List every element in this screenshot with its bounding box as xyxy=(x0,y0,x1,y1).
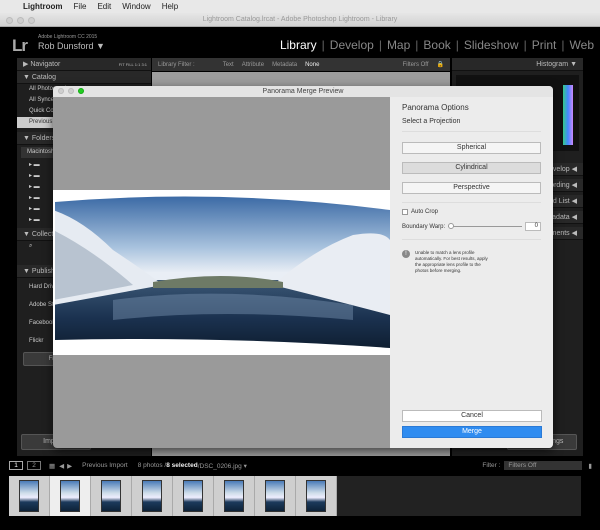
filmstrip-thumbnail[interactable] xyxy=(214,476,255,516)
filter-label: Filter : xyxy=(482,462,500,469)
filmstrip-thumbnail[interactable] xyxy=(9,476,50,516)
filter-dropdown[interactable]: Filters Off xyxy=(504,461,582,470)
auto-crop-row: Auto Crop xyxy=(402,209,541,215)
filter-metadata[interactable]: Metadata xyxy=(272,62,297,68)
window-titlebar: Lightroom Catalog.lrcat - Adobe Photosho… xyxy=(0,13,600,27)
minimize-button[interactable] xyxy=(17,17,24,24)
menu-file[interactable]: File xyxy=(74,2,87,11)
histogram-header[interactable]: Histogram ▼ xyxy=(452,58,583,71)
filter-text[interactable]: Text xyxy=(223,62,234,68)
product-name: Adobe Lightroom CC 2015 xyxy=(38,34,97,40)
thumbnail-image xyxy=(60,480,80,512)
thumbnail-image xyxy=(101,480,121,512)
module-picker: Library| Develop| Map| Book| Slideshow| … xyxy=(280,38,594,52)
warning-icon: ! xyxy=(402,250,410,258)
menu-help[interactable]: Help xyxy=(162,2,178,11)
warning-row: ! Unable to match a lens profile automat… xyxy=(402,250,541,273)
cylindrical-button[interactable]: Cylindrical xyxy=(402,162,541,174)
slider-thumb[interactable] xyxy=(448,223,454,229)
dialog-title: Panorama Merge Preview xyxy=(263,88,344,95)
second-window-button[interactable]: 2 xyxy=(27,461,41,470)
menu-bar: Lightroom File Edit Window Help xyxy=(0,0,600,13)
navigator-header[interactable]: ▶ Navigator FIT FILL 1:1 3:1 xyxy=(17,58,151,71)
filmstrip-toolbar: 1 2 ▦ ◀ ▶ Previous Import 8 photos / 8 s… xyxy=(0,458,600,473)
spherical-button[interactable]: Spherical xyxy=(402,142,541,154)
warning-text: Unable to match a lens profile automatic… xyxy=(415,250,495,273)
zoom-button[interactable] xyxy=(28,17,35,24)
dialog-zoom-button[interactable] xyxy=(78,88,84,94)
filmstrip-thumbnail[interactable] xyxy=(50,476,91,516)
filmstrip-thumbnail[interactable] xyxy=(255,476,296,516)
dialog-minimize-button[interactable] xyxy=(68,88,74,94)
photo-count: 8 photos / xyxy=(138,462,167,469)
module-web[interactable]: Web xyxy=(570,38,594,52)
merge-button[interactable]: Merge xyxy=(402,426,542,438)
menu-app[interactable]: Lightroom xyxy=(23,2,63,11)
boundary-warp-label: Boundary Warp: xyxy=(402,224,445,230)
module-library[interactable]: Library xyxy=(280,38,317,52)
selected-count: 8 selected xyxy=(166,462,197,469)
forward-arrow-icon[interactable]: ▶ xyxy=(67,462,72,470)
filter-label: Library Filter : xyxy=(158,62,195,68)
user-name[interactable]: Rob Dunsford ▼ xyxy=(38,41,105,51)
catalog-header[interactable]: ▼ Catalog xyxy=(17,71,151,84)
thumbnail-image xyxy=(306,480,326,512)
library-filter-bar: Library Filter : Text Attribute Metadata… xyxy=(152,58,450,71)
filter-none[interactable]: None xyxy=(305,62,319,68)
window-title: Lightroom Catalog.lrcat - Adobe Photosho… xyxy=(203,16,398,23)
filmstrip-thumbnail[interactable] xyxy=(173,476,214,516)
filter-lock-icon[interactable]: ▮ xyxy=(588,462,592,470)
menu-window[interactable]: Window xyxy=(122,2,150,11)
dialog-close-button[interactable] xyxy=(58,88,64,94)
module-slideshow[interactable]: Slideshow xyxy=(464,38,519,52)
lr-logo: Lr xyxy=(12,36,27,56)
panorama-merge-dialog: Panorama Merge Preview Panorama Options … xyxy=(53,86,553,448)
filmstrip-source[interactable]: Previous Import xyxy=(82,462,128,469)
thumbnail-image xyxy=(265,480,285,512)
filter-attribute[interactable]: Attribute xyxy=(242,62,264,68)
back-arrow-icon[interactable]: ◀ xyxy=(59,462,64,470)
grid-icon[interactable]: ▦ xyxy=(49,462,55,470)
lock-icon[interactable]: 🔒 xyxy=(437,61,444,68)
options-title: Panorama Options xyxy=(402,103,541,112)
module-map[interactable]: Map xyxy=(387,38,410,52)
filters-off[interactable]: Filters Off xyxy=(403,62,429,68)
boundary-warp-value[interactable]: 0 xyxy=(525,222,541,231)
module-print[interactable]: Print xyxy=(532,38,557,52)
filmstrip-thumbnail[interactable] xyxy=(132,476,173,516)
module-develop[interactable]: Develop xyxy=(330,38,374,52)
thumbnail-image xyxy=(142,480,162,512)
boundary-warp-row: Boundary Warp: 0 xyxy=(402,222,541,231)
perspective-button[interactable]: Perspective xyxy=(402,182,541,194)
close-button[interactable] xyxy=(6,17,13,24)
filmstrip-thumbnail[interactable] xyxy=(91,476,132,516)
auto-crop-label: Auto Crop xyxy=(411,209,438,215)
projection-label: Select a Projection xyxy=(402,118,541,125)
filmstrip xyxy=(9,476,581,516)
filmstrip-thumbnail[interactable] xyxy=(296,476,337,516)
module-book[interactable]: Book xyxy=(423,38,450,52)
menu-edit[interactable]: Edit xyxy=(97,2,111,11)
dialog-titlebar: Panorama Merge Preview xyxy=(53,86,553,97)
boundary-warp-slider[interactable] xyxy=(448,226,522,227)
main-window-button[interactable]: 1 xyxy=(9,461,23,470)
thumbnail-image xyxy=(183,480,203,512)
thumbnail-image xyxy=(224,480,244,512)
auto-crop-checkbox[interactable] xyxy=(402,209,408,215)
panorama-preview xyxy=(53,190,390,355)
thumbnail-image xyxy=(19,480,39,512)
panorama-options-panel: Panorama Options Select a Projection Sph… xyxy=(390,97,553,448)
current-file[interactable]: /DSC_0206.jpg ▾ xyxy=(198,462,247,470)
cancel-button[interactable]: Cancel xyxy=(402,410,542,422)
